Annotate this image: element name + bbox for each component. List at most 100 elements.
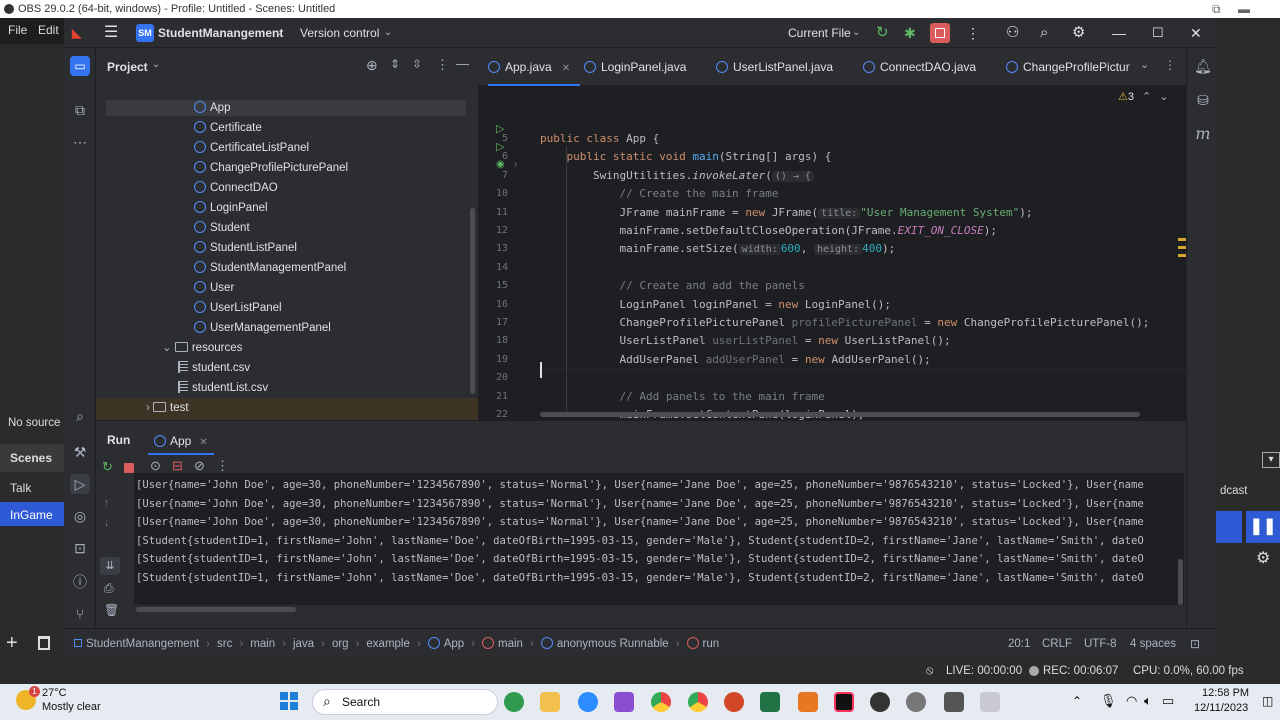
console-line[interactable]: [Student{studentID=1, firstName='John', … — [136, 569, 1144, 588]
structure-icon[interactable]: ⧉ — [70, 100, 90, 120]
tree-item[interactable]: ⌄ resources — [162, 338, 242, 358]
menu-file[interactable]: File — [8, 23, 27, 37]
project-panel-title[interactable]: Project — [107, 60, 148, 74]
tree-item[interactable]: LoginPanel — [194, 198, 268, 218]
run-gutter-icon[interactable]: ▷ — [496, 140, 504, 153]
tree-item[interactable]: App — [194, 98, 230, 118]
indent-setting[interactable]: 4 spaces — [1130, 629, 1176, 659]
lambda-gutter-icon[interactable]: ◉ — [496, 159, 505, 170]
run-gutter-icon[interactable]: ▷ — [496, 122, 504, 135]
tab-loginpanel-java[interactable]: LoginPanel.java — [584, 48, 686, 86]
tree-item[interactable]: StudentManagementPanel — [194, 258, 346, 278]
console-line[interactable]: [User{name='John Doe', age=30, phoneNumb… — [136, 476, 1144, 495]
search-icon[interactable]: ⌕ — [1040, 18, 1048, 48]
warning-indicator[interactable]: ⚠3 ⌃ ⌄ — [1118, 90, 1168, 103]
chevron-right-icon[interactable]: › — [146, 402, 153, 414]
chevron-down-icon[interactable]: ⌄ — [162, 342, 175, 354]
scene-item-ingame[interactable]: InGame — [10, 508, 53, 522]
scroll-up-icon[interactable]: ↑ — [104, 497, 110, 509]
terminal-icon[interactable]: ⊡ — [70, 538, 90, 558]
fold-icon[interactable]: › — [514, 159, 517, 170]
trash-icon[interactable] — [38, 636, 50, 650]
line-separator[interactable]: CRLF — [1042, 629, 1072, 659]
breadcrumb-item[interactable]: StudentManangement — [86, 638, 199, 650]
tab-connectdao-java[interactable]: ConnectDAO.java — [863, 48, 976, 86]
app-purple-icon[interactable] — [614, 692, 634, 712]
code-line[interactable]: mainFrame.setDefaultCloseOperation(JFram… — [540, 222, 997, 240]
project-tool-icon[interactable]: ▭ — [70, 56, 90, 76]
more-tools-icon[interactable]: ⋯ — [70, 132, 90, 152]
tree-item[interactable]: ChangeProfilePicturePanel — [194, 158, 348, 178]
build-hammer-icon[interactable]: ⚒ — [70, 442, 90, 462]
add-scene-icon[interactable]: + — [6, 632, 18, 655]
tree-item[interactable]: User — [194, 278, 234, 298]
settings-gear-icon[interactable]: ⚙ — [1072, 18, 1085, 48]
file-encoding[interactable]: UTF-8 — [1084, 629, 1117, 659]
editor-more-icon[interactable]: ⋮ — [1164, 58, 1176, 72]
hide-panel-icon[interactable]: — — [456, 56, 469, 71]
settings-icon[interactable] — [906, 692, 926, 712]
tree-item[interactable]: ConnectDAO — [194, 178, 278, 198]
rerun-icon[interactable]: ↻ — [876, 18, 889, 48]
chrome-icon[interactable] — [651, 692, 671, 712]
gear-icon[interactable]: ⚙ — [1256, 548, 1270, 568]
powerpoint-icon[interactable] — [724, 692, 744, 712]
code-line[interactable]: // Create the main frame — [540, 185, 778, 203]
find-icon[interactable]: ⌕ — [70, 406, 90, 426]
run-config-selector[interactable]: Current File — [788, 18, 851, 48]
options-icon[interactable]: ⋮ — [436, 57, 449, 73]
run-tool-icon[interactable]: ▷ — [70, 474, 90, 494]
code-line[interactable]: // Create and add the panels — [540, 277, 804, 295]
tree-item[interactable]: CertificateListPanel — [194, 138, 309, 158]
volume-icon[interactable]: 🔈︎ — [1144, 693, 1152, 709]
breadcrumb-item[interactable]: main — [250, 638, 275, 650]
minimize-icon[interactable]: ⧉ — [1212, 0, 1221, 18]
more-icon[interactable]: ⋮ — [216, 458, 229, 474]
dropdown-icon[interactable]: ▾ — [1262, 452, 1280, 468]
git-icon[interactable]: ⑂ — [70, 604, 90, 624]
app-u-icon[interactable] — [504, 692, 524, 712]
close-tab-icon[interactable]: ✕ — [562, 63, 570, 74]
problems-icon[interactable]: ⓘ — [70, 572, 90, 592]
breadcrumb-item[interactable]: App — [444, 638, 464, 650]
start-windows-icon[interactable] — [280, 692, 298, 710]
vcs-widget[interactable]: Version control — [300, 18, 379, 48]
excel-icon[interactable] — [760, 692, 780, 712]
expand-all-icon[interactable]: ⇕ — [390, 57, 400, 71]
code-line[interactable]: ChangeProfilePicturePanel profilePicture… — [540, 314, 1149, 332]
console-line[interactable]: [User{name='John Doe', age=30, phoneNumb… — [136, 513, 1144, 532]
weather-status[interactable]: Mostly clear — [42, 701, 101, 713]
tree-scrollbar[interactable] — [470, 208, 475, 394]
collapse-all-icon[interactable]: ⇳ — [412, 57, 422, 71]
tree-item[interactable]: › test — [146, 398, 189, 418]
code-line[interactable]: public class App { — [540, 130, 659, 148]
file-explorer-icon[interactable] — [540, 692, 560, 712]
pause-icon[interactable]: ❚❚ — [1246, 511, 1280, 543]
project-switcher[interactable]: StudentManangement — [158, 18, 283, 48]
app-orange-icon[interactable] — [798, 692, 818, 712]
tree-item[interactable]: UserManagementPanel — [194, 318, 331, 338]
obs-minimize-button[interactable]: ▬ — [1238, 0, 1250, 18]
tree-item[interactable]: Student — [194, 218, 250, 238]
editor-h-scrollbar[interactable] — [540, 412, 1140, 417]
tray-chevron-icon[interactable]: ⌃ — [1072, 694, 1082, 708]
window-maximize-icon[interactable]: ☐ — [1152, 18, 1164, 48]
rerun-icon[interactable]: ↻ — [102, 459, 113, 475]
clock-time[interactable]: 12:58 PM — [1202, 687, 1249, 699]
breadcrumb-item[interactable]: run — [703, 638, 720, 650]
print-icon[interactable]: ⎙ — [104, 581, 114, 596]
code-line[interactable]: public static void main(String[] args) { — [540, 148, 831, 166]
code-line[interactable]: SwingUtilities.invokeLater(() → { — [540, 167, 814, 185]
tab-userlistpanel-java[interactable]: UserListPanel.java — [716, 48, 833, 86]
maven-icon[interactable]: m — [1193, 124, 1213, 144]
services-icon[interactable]: ◎ — [70, 506, 90, 526]
temperature[interactable]: 27°C — [42, 687, 67, 699]
stop-icon[interactable] — [124, 463, 134, 473]
breadcrumb-item[interactable]: anonymous Runnable — [557, 638, 669, 650]
code-line[interactable]: // Add panels to the main frame — [540, 388, 824, 406]
code-line[interactable]: UserListPanel userListPanel = new UserLi… — [540, 332, 950, 350]
camera-icon[interactable]: ⊙ — [150, 458, 161, 474]
clock-date[interactable]: 12/11/2023 — [1194, 702, 1248, 714]
debug-icon[interactable]: ✱ — [904, 18, 916, 48]
notifications-icon[interactable]: ◫ — [1262, 694, 1273, 708]
